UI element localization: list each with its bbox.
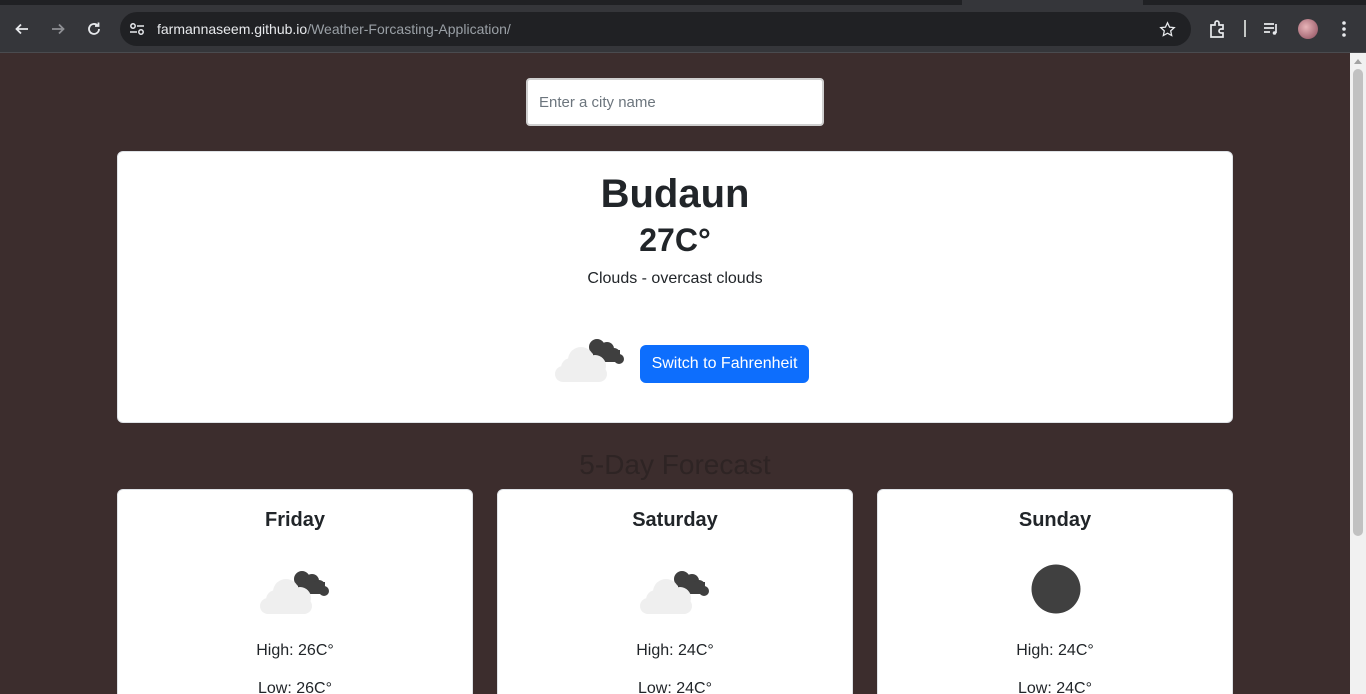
back-button[interactable] bbox=[10, 17, 34, 41]
scrollbar-thumb[interactable] bbox=[1353, 69, 1363, 536]
forecast-low: Low: 24C° bbox=[1018, 680, 1092, 694]
forecast-day-card: Friday High: 26C° Low: 26C° bbox=[117, 489, 473, 694]
forecast-day-card: Sunday High: 24C° Low: 24C° bbox=[877, 489, 1233, 694]
forward-button[interactable] bbox=[46, 17, 70, 41]
browser-toolbar: farmannaseem.github.io/Weather-Forcastin… bbox=[0, 0, 1366, 53]
forecast-low: Low: 26C° bbox=[258, 680, 332, 694]
url-path: /Weather-Forcasting-Application/ bbox=[307, 21, 511, 37]
dark-circle-icon bbox=[1031, 564, 1081, 614]
site-settings-icon[interactable] bbox=[129, 22, 145, 36]
city-name: Budaun bbox=[600, 172, 750, 216]
forecast-high: High: 26C° bbox=[256, 642, 334, 659]
arrow-left-icon bbox=[15, 23, 28, 35]
forecast-day-card: Saturday High: 24C° Low: 24C° bbox=[497, 489, 853, 694]
overcast-clouds-icon bbox=[260, 571, 329, 614]
tab-strip-edge bbox=[1143, 0, 1366, 5]
forecast-day-name: Saturday bbox=[632, 509, 718, 531]
star-icon[interactable] bbox=[1159, 21, 1176, 38]
profile-avatar[interactable] bbox=[1298, 19, 1318, 39]
url-text: farmannaseem.github.io/Weather-Forcastin… bbox=[157, 21, 511, 37]
overcast-clouds-icon bbox=[555, 339, 624, 382]
forecast-title: 5-Day Forecast bbox=[579, 449, 771, 480]
media-queue-icon[interactable] bbox=[1262, 20, 1280, 38]
forecast-high: High: 24C° bbox=[636, 642, 714, 659]
current-temperature: 27C° bbox=[639, 222, 711, 258]
toolbar-separator bbox=[1244, 20, 1246, 37]
weather-description: Clouds - overcast clouds bbox=[587, 270, 763, 287]
reload-button[interactable] bbox=[82, 17, 106, 41]
tab-strip-edge bbox=[0, 0, 962, 5]
switch-unit-button[interactable]: Switch to Fahrenheit bbox=[640, 345, 809, 383]
address-bar[interactable]: farmannaseem.github.io/Weather-Forcastin… bbox=[120, 12, 1191, 46]
forecast-day-name: Friday bbox=[264, 509, 326, 531]
forecast-day-name: Sunday bbox=[1018, 509, 1092, 531]
scroll-up-arrow-icon[interactable] bbox=[1354, 58, 1362, 64]
arrow-right-icon bbox=[52, 23, 65, 35]
city-search-input[interactable] bbox=[526, 78, 824, 126]
more-menu-icon[interactable] bbox=[1336, 20, 1352, 38]
url-host: farmannaseem.github.io bbox=[157, 21, 308, 37]
extensions-icon[interactable] bbox=[1208, 19, 1228, 39]
forecast-high: High: 24C° bbox=[1016, 642, 1094, 659]
overcast-clouds-icon bbox=[640, 571, 709, 614]
reload-icon bbox=[88, 22, 100, 35]
current-weather-card: Budaun 27C° Clouds - overcast clouds Swi… bbox=[117, 151, 1233, 423]
forecast-low: Low: 24C° bbox=[638, 680, 712, 694]
page-scrollbar[interactable] bbox=[1350, 53, 1366, 694]
